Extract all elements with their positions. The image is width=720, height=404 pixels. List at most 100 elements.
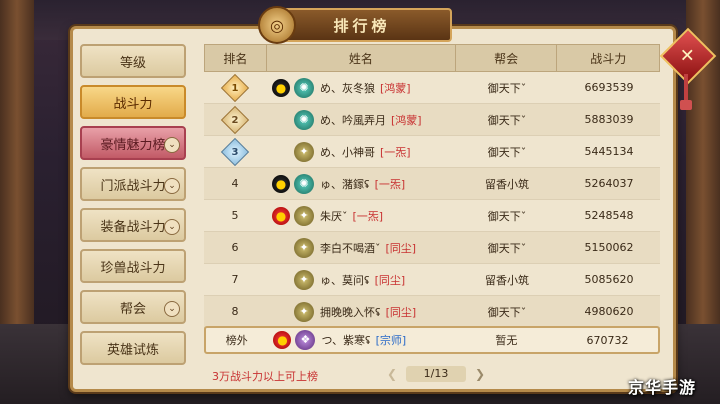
power-cell: 5445134 bbox=[584, 145, 634, 158]
tab-6[interactable]: 帮会 ⌄ bbox=[80, 290, 186, 324]
power-cell: 6693539 bbox=[584, 81, 634, 94]
tab-5[interactable]: 珍兽战斗力 bbox=[80, 249, 186, 283]
name-cell: ● ✺ ゅ、潴䥂ʢ [一炁] bbox=[266, 168, 456, 199]
close-tassel-end-icon bbox=[680, 100, 692, 110]
rank-number: 3 bbox=[231, 146, 239, 157]
table-row[interactable]: 5 ● ✦ 朱厌ˇ [一炁] 御天下ˇ 5248548 bbox=[204, 200, 660, 232]
name-cell: ✦ ゅ、莫问ʢ [同尘] bbox=[266, 264, 456, 295]
header-power: 战斗力 bbox=[590, 51, 627, 66]
close-icon: ✕ bbox=[680, 45, 696, 67]
chevron-down-icon[interactable]: ⌄ bbox=[164, 219, 180, 235]
self-name: つ、紫寒ʢ bbox=[321, 334, 371, 347]
guild-cell: 御天下ˇ bbox=[487, 241, 527, 255]
school-emblem-icon: ✦ bbox=[294, 301, 314, 322]
tab-2[interactable]: 豪情魅力榜 ⌄ bbox=[80, 126, 186, 160]
self-guild: 暂无 bbox=[495, 334, 518, 347]
guild-cell: 留香小筑 bbox=[485, 177, 529, 191]
header-rank: 排名 bbox=[205, 45, 267, 71]
faction-tag: [鸿蒙] bbox=[391, 113, 422, 127]
table-row[interactable]: 4 ● ✺ ゅ、潴䥂ʢ [一炁] 留香小筑 5264037 bbox=[204, 168, 660, 200]
chevron-down-icon[interactable]: ⌄ bbox=[164, 137, 180, 153]
player-name: め、小神哥 bbox=[320, 145, 375, 159]
name-cell: ✦ め、小神哥 [一炁] bbox=[266, 136, 456, 167]
rank-cell: 6 bbox=[204, 232, 266, 263]
qq-badge-icon: ● bbox=[272, 206, 290, 225]
tab-label: 帮会 bbox=[119, 301, 146, 317]
self-rank: 榜外 bbox=[225, 334, 248, 347]
tab-7[interactable]: 英雄试炼 bbox=[80, 331, 186, 365]
self-tag: [宗师] bbox=[375, 334, 407, 347]
chevron-left-icon[interactable]: ❮ bbox=[384, 366, 400, 382]
header-guild: 帮会 bbox=[456, 45, 558, 71]
chevron-right-icon[interactable]: ❯ bbox=[472, 366, 488, 382]
rank-number: 8 bbox=[231, 305, 239, 318]
player-name: 朱厌ˇ bbox=[320, 209, 348, 223]
tab-label: 装备战斗力 bbox=[100, 219, 166, 235]
qq-badge-icon bbox=[272, 239, 290, 257]
table-body: 1 ● ✺ め、灰冬狼 [鸿蒙] 御天下ˇ 6693539 2 ✺ め、吟風弄月 [鸿蒙] 御天下ˇ 5… bbox=[204, 72, 660, 328]
faction-tag: [一炁] bbox=[374, 177, 406, 191]
rank-cell: 7 bbox=[204, 264, 266, 295]
qq-badge-icon: ● bbox=[273, 331, 292, 349]
player-name: め、吟風弄月 bbox=[320, 113, 386, 127]
tab-label: 英雄试炼 bbox=[106, 342, 159, 358]
table-row[interactable]: 1 ● ✺ め、灰冬狼 [鸿蒙] 御天下ˇ 6693539 bbox=[204, 72, 660, 104]
qq-badge-icon bbox=[272, 143, 290, 161]
tab-label: 等级 bbox=[119, 55, 146, 71]
table-row[interactable]: 8 ✦ 拥晚晚入怀ʢ [同尘] 御天下ˇ 4980620 bbox=[204, 296, 660, 328]
qq-badge-icon: ● bbox=[272, 78, 290, 97]
tab-0[interactable]: 等级 bbox=[80, 44, 186, 78]
name-cell: ✦ 李白不喝酒ˇ [同尘] bbox=[266, 232, 456, 263]
school-emblem-icon: ❖ bbox=[295, 330, 316, 350]
power-cell: 5264037 bbox=[584, 177, 634, 190]
power-cell: 4980620 bbox=[584, 305, 634, 318]
school-emblem-icon: ✦ bbox=[294, 237, 314, 258]
rank-cell: 8 bbox=[204, 296, 266, 327]
rank-cell: 1 bbox=[204, 72, 266, 103]
school-emblem-icon: ✺ bbox=[294, 109, 314, 130]
power-cell: 5248548 bbox=[584, 209, 634, 222]
player-name: ゅ、潴䥂ʢ bbox=[320, 177, 370, 191]
player-name: 拥晚晚入怀ʢ bbox=[320, 305, 381, 319]
rank-number: 7 bbox=[231, 273, 239, 286]
tab-1[interactable]: 战斗力 bbox=[80, 85, 186, 119]
faction-tag: [一炁] bbox=[380, 145, 411, 159]
table-row[interactable]: 7 ✦ ゅ、莫问ʢ [同尘] 留香小筑 5085620 bbox=[204, 264, 660, 296]
guild-cell: 御天下ˇ bbox=[487, 113, 527, 127]
tab-3[interactable]: 门派战斗力 ⌄ bbox=[80, 167, 186, 201]
tab-label: 门派战斗力 bbox=[100, 178, 166, 194]
rank-medal-icon: 1 bbox=[220, 73, 250, 102]
player-name: 李白不喝酒ˇ bbox=[320, 241, 381, 255]
title-emblem-icon: ◎ bbox=[258, 6, 296, 44]
player-name: め、灰冬狼 bbox=[320, 81, 375, 95]
school-emblem-icon: ✦ bbox=[294, 269, 314, 290]
school-emblem-icon: ✦ bbox=[294, 141, 314, 162]
rank-number: 2 bbox=[231, 114, 239, 125]
name-cell: ✺ め、吟風弄月 [鸿蒙] bbox=[266, 104, 456, 135]
name-cell: ● ✦ 朱厌ˇ [一炁] bbox=[266, 200, 456, 231]
rank-cell: 3 bbox=[204, 136, 266, 167]
self-rank-row[interactable]: 榜外 ● ❖ つ、紫寒ʢ [宗师] 暂无 670732 bbox=[204, 326, 660, 354]
self-power: 670732 bbox=[586, 333, 629, 347]
table-row[interactable]: 6 ✦ 李白不喝酒ˇ [同尘] 御天下ˇ 5150062 bbox=[204, 232, 660, 264]
qq-badge-icon bbox=[272, 303, 290, 321]
table-row[interactable]: 3 ✦ め、小神哥 [一炁] 御天下ˇ 5445134 bbox=[204, 136, 660, 168]
school-emblem-icon: ✺ bbox=[294, 77, 314, 98]
table-row[interactable]: 2 ✺ め、吟風弄月 [鸿蒙] 御天下ˇ 5883039 bbox=[204, 104, 660, 136]
guild-cell: 御天下ˇ bbox=[487, 145, 527, 159]
rank-medal-icon: 3 bbox=[220, 137, 250, 166]
watermark: 京华手游 bbox=[628, 378, 697, 397]
qq-badge-icon: ● bbox=[272, 174, 290, 193]
rank-cell: 4 bbox=[204, 168, 266, 199]
chevron-down-icon[interactable]: ⌄ bbox=[164, 178, 180, 194]
ranking-table: 排名 姓名 帮会 战斗力 1 ● ✺ め、灰冬狼 [鸿蒙] 御天下ˇ 6693539 2 ✺ め、… bbox=[204, 44, 660, 328]
rank-number: 6 bbox=[231, 241, 239, 254]
rank-number: 4 bbox=[231, 177, 239, 190]
tab-4[interactable]: 装备战斗力 ⌄ bbox=[80, 208, 186, 242]
power-cell: 5883039 bbox=[584, 113, 634, 126]
qq-badge-icon bbox=[272, 271, 290, 289]
chevron-down-icon[interactable]: ⌄ bbox=[164, 301, 180, 317]
faction-tag: [同尘] bbox=[374, 273, 406, 287]
rank-number: 1 bbox=[231, 82, 239, 93]
self-name-cell: ● ❖ つ、紫寒ʢ [宗师] bbox=[267, 328, 455, 352]
